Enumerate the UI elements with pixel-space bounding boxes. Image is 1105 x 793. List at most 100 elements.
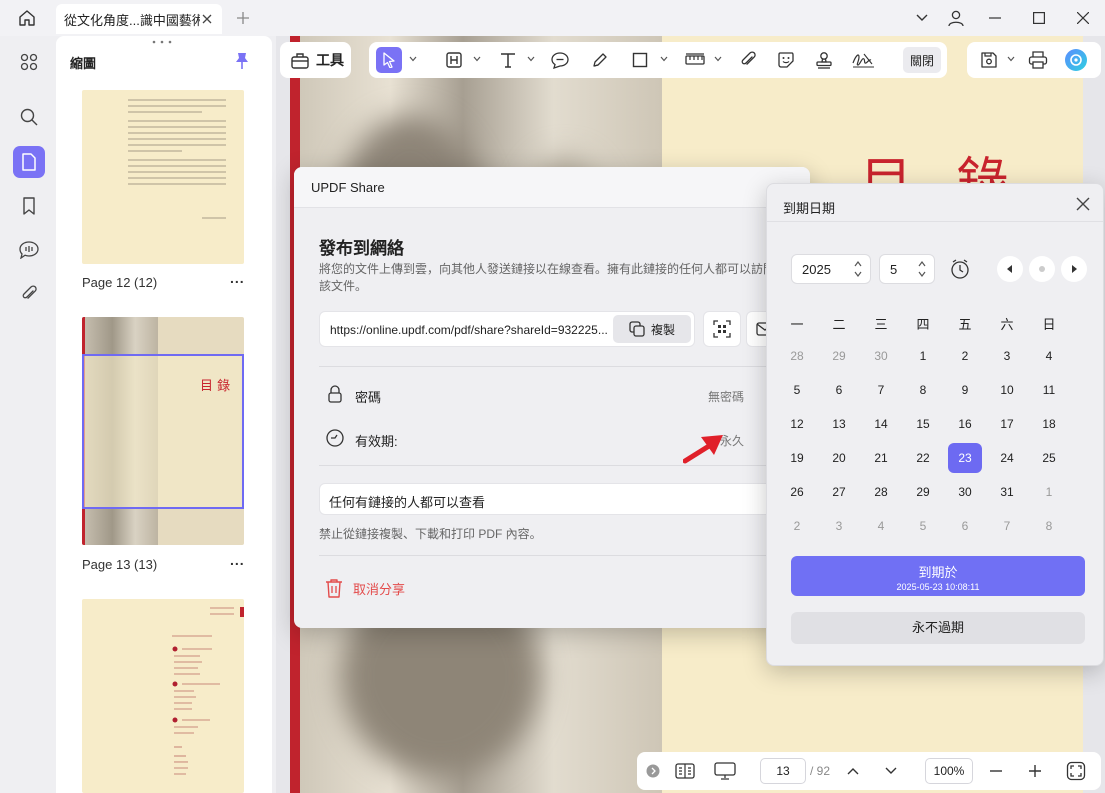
thumbnail-page-12[interactable] [82, 90, 244, 264]
calendar-day[interactable]: 16 [948, 409, 982, 439]
calendar-day[interactable]: 13 [822, 409, 856, 439]
select-tool[interactable] [376, 47, 402, 73]
attach-tool[interactable] [735, 47, 761, 73]
signature-tool[interactable] [849, 47, 879, 73]
calendar-day[interactable]: 3 [990, 341, 1024, 371]
qr-code-button[interactable] [703, 311, 741, 347]
ai-assistant-button[interactable] [1063, 47, 1089, 73]
calendar-day[interactable]: 5 [780, 375, 814, 405]
calendar-day[interactable]: 21 [864, 443, 898, 473]
next-page-icon[interactable] [882, 760, 900, 782]
pen-tool[interactable] [587, 47, 613, 73]
calendar-day[interactable]: 29 [822, 341, 856, 371]
page-layout-icon[interactable] [674, 760, 696, 782]
chevron-down-icon[interactable] [660, 55, 668, 63]
password-value[interactable]: 無密碼 [708, 388, 744, 405]
month-spinner[interactable]: 5 [879, 254, 935, 284]
calendar-day[interactable]: 31 [990, 477, 1024, 507]
share-link-field[interactable]: https://online.updf.com/pdf/share?shareI… [319, 311, 695, 347]
calendar-day[interactable]: 29 [906, 477, 940, 507]
calendar-day[interactable]: 2 [948, 341, 982, 371]
year-spinner[interactable]: 2025 [791, 254, 871, 284]
zoom-in-icon[interactable] [1026, 760, 1044, 782]
calendar-day[interactable]: 20 [822, 443, 856, 473]
more-icon[interactable]: ... [230, 552, 245, 568]
permission-select[interactable]: 任何有鏈接的人都可以查看 [319, 483, 785, 515]
spinner-arrows-icon[interactable] [918, 260, 926, 278]
presentation-icon[interactable] [713, 760, 737, 782]
calendar-day[interactable]: 7 [990, 511, 1024, 541]
thumbnails-icon[interactable] [13, 146, 45, 178]
close-window-icon[interactable] [1061, 0, 1105, 36]
chevron-down-icon[interactable] [409, 55, 417, 63]
measure-tool[interactable] [681, 47, 709, 73]
calendar-day[interactable]: 1 [906, 341, 940, 371]
thumbnail-page-14[interactable] [82, 599, 244, 793]
chevron-down-icon[interactable] [527, 55, 535, 63]
close-icon[interactable] [1075, 196, 1091, 212]
bookmark-icon[interactable] [13, 190, 45, 222]
new-tab-icon[interactable] [232, 8, 254, 28]
calendar-day[interactable]: 23 [948, 443, 982, 473]
calendar-day[interactable]: 27 [822, 477, 856, 507]
calendar-day[interactable]: 3 [822, 511, 856, 541]
calendar-day[interactable]: 8 [1032, 511, 1066, 541]
calendar-day[interactable]: 17 [990, 409, 1024, 439]
calendar-day[interactable]: 4 [1032, 341, 1066, 371]
previous-month-button[interactable] [997, 256, 1023, 282]
calendar-day[interactable]: 11 [1032, 375, 1066, 405]
calendar-day[interactable]: 22 [906, 443, 940, 473]
search-icon[interactable] [13, 101, 45, 133]
calendar-day[interactable]: 6 [948, 511, 982, 541]
calendar-day[interactable]: 15 [906, 409, 940, 439]
calendar-day[interactable]: 14 [864, 409, 898, 439]
calendar-day[interactable]: 5 [906, 511, 940, 541]
share-url[interactable]: https://online.updf.com/pdf/share?shareI… [330, 323, 614, 337]
calendar-day[interactable]: 19 [780, 443, 814, 473]
close-tab-icon[interactable] [200, 12, 214, 26]
zoom-out-icon[interactable] [987, 760, 1005, 782]
spinner-arrows-icon[interactable] [854, 260, 862, 278]
chevron-down-icon[interactable] [905, 0, 939, 36]
expire-on-button[interactable]: 到期於 2025-05-23 10:08:11 [791, 556, 1085, 596]
comment-icon[interactable] [13, 234, 45, 266]
chevron-down-icon[interactable] [714, 55, 722, 63]
print-button[interactable] [1025, 47, 1051, 73]
fit-page-icon[interactable] [1065, 760, 1087, 782]
calendar-day[interactable]: 10 [990, 375, 1024, 405]
thumbnail-page-13[interactable]: 目 錄 [82, 317, 244, 545]
chevron-down-icon[interactable] [1007, 55, 1015, 63]
account-icon[interactable] [939, 0, 973, 36]
never-expire-button[interactable]: 永不過期 [791, 612, 1085, 644]
calendar-day[interactable]: 24 [990, 443, 1024, 473]
clock-icon[interactable] [950, 259, 970, 279]
sticker-tool[interactable] [773, 47, 799, 73]
pin-icon[interactable] [234, 52, 250, 70]
home-icon[interactable] [14, 6, 40, 30]
previous-page-icon[interactable] [844, 760, 862, 782]
copy-link-button[interactable]: 複製 [613, 315, 691, 343]
calendar-day[interactable]: 25 [1032, 443, 1066, 473]
calendar-day[interactable]: 6 [822, 375, 856, 405]
calendar-day[interactable]: 7 [864, 375, 898, 405]
stamp-tool[interactable] [811, 47, 837, 73]
attachment-icon[interactable] [13, 278, 45, 310]
calendar-day[interactable]: 18 [1032, 409, 1066, 439]
comment-tool[interactable] [547, 47, 573, 73]
next-month-button[interactable] [1061, 256, 1087, 282]
tools-button[interactable]: 工具 [280, 42, 351, 78]
document-tab[interactable]: 從文化角度...識中國藝術 [56, 4, 222, 34]
calendar-day[interactable]: 12 [780, 409, 814, 439]
calendar-day[interactable]: 2 [780, 511, 814, 541]
calendar-day[interactable]: 28 [780, 341, 814, 371]
highlight-tool[interactable] [441, 47, 467, 73]
maximize-icon[interactable] [1017, 0, 1061, 36]
cancel-share-button[interactable]: 取消分享 [325, 578, 405, 598]
calendar-day[interactable]: 9 [948, 375, 982, 405]
minimize-icon[interactable] [973, 0, 1017, 36]
page-number-input[interactable]: 13 [760, 758, 806, 784]
calendar-day[interactable]: 4 [864, 511, 898, 541]
calendar-day[interactable]: 8 [906, 375, 940, 405]
calendar-day[interactable]: 1 [1032, 477, 1066, 507]
collapse-icon[interactable] [645, 760, 661, 782]
